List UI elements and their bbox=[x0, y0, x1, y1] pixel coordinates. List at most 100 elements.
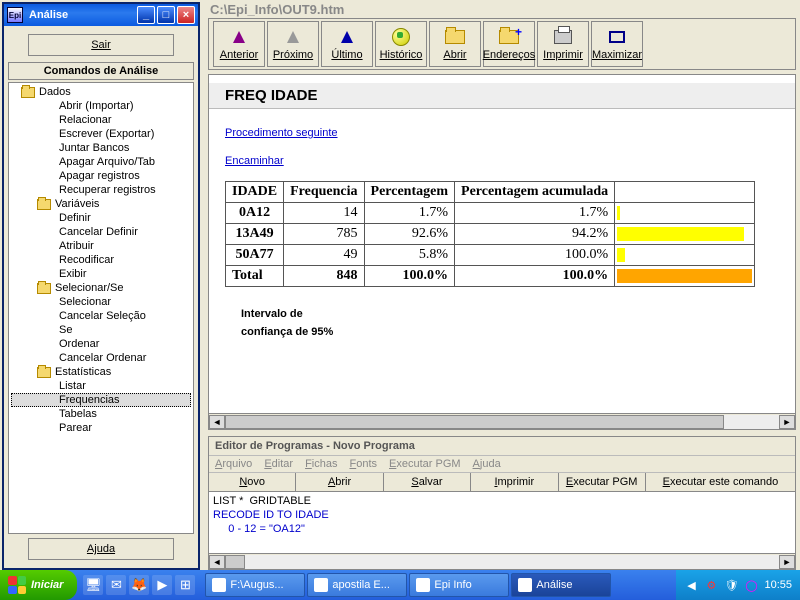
editor-button[interactable]: Salvar bbox=[384, 473, 471, 491]
output-pane[interactable]: FREQ IDADE Procedimento seguinte Encamin… bbox=[208, 74, 796, 430]
toolbar-endereços-button[interactable]: + Endereços bbox=[483, 21, 535, 67]
toolbar-label: Próximo bbox=[273, 49, 313, 61]
editor-menu-item[interactable]: Arquivo bbox=[215, 458, 252, 470]
maximize-button[interactable]: □ bbox=[157, 6, 175, 24]
quick-launch-item[interactable]: 🖥 bbox=[83, 575, 103, 595]
taskbar: Iniciar 🖥 ✉ 🦊 ▶ ⊞ F:\Augus...apostila E.… bbox=[0, 570, 800, 600]
editor-menu-item[interactable]: Executar PGM bbox=[389, 458, 461, 470]
tree-leaf[interactable]: Juntar Bancos bbox=[11, 141, 191, 155]
tree-leaf[interactable]: Selecionar bbox=[11, 295, 191, 309]
start-button[interactable]: Iniciar bbox=[0, 570, 77, 600]
folder-icon bbox=[37, 199, 51, 210]
help-button[interactable]: Ajuda bbox=[28, 538, 174, 560]
scroll-right-button[interactable]: ► bbox=[779, 555, 795, 569]
tree-folder[interactable]: Variáveis bbox=[11, 197, 191, 211]
fldr-icon bbox=[444, 27, 466, 47]
fldr-icon: + bbox=[498, 27, 520, 47]
system-tray[interactable]: ◀ ⚙ 🛡 ◯ 10:55 bbox=[676, 570, 800, 600]
quick-launch-item[interactable]: ⊞ bbox=[175, 575, 195, 595]
toolbar-label: Último bbox=[331, 49, 362, 61]
toolbar-anterior-button[interactable]: Anterior bbox=[213, 21, 265, 67]
tree-folder-label: Estatísticas bbox=[55, 366, 111, 378]
output-scrollbar[interactable]: ◄ ► bbox=[209, 413, 795, 429]
tree-leaf[interactable]: Ordenar bbox=[11, 337, 191, 351]
tree-folder[interactable]: Dados bbox=[11, 85, 191, 99]
toolbar-próximo-button[interactable]: Próximo bbox=[267, 21, 319, 67]
scroll-left-button[interactable]: ◄ bbox=[209, 555, 225, 569]
tree-leaf[interactable]: Relacionar bbox=[11, 113, 191, 127]
arrow-up-icon bbox=[282, 27, 304, 47]
editor-button[interactable]: Novo bbox=[209, 473, 296, 491]
tree-folder-label: Variáveis bbox=[55, 198, 99, 210]
tree-leaf[interactable]: Listar bbox=[11, 379, 191, 393]
toolbar-label: Imprimir bbox=[543, 49, 583, 61]
analysis-title: Análise bbox=[26, 9, 137, 21]
editor-menu-item[interactable]: Fonts bbox=[349, 458, 377, 470]
taskbar-task[interactable]: F:\Augus... bbox=[205, 573, 305, 597]
tree-leaf[interactable]: Abrir (Importar) bbox=[11, 99, 191, 113]
tree-leaf[interactable]: Atribuir bbox=[11, 239, 191, 253]
tree-leaf[interactable]: Cancelar Seleção bbox=[11, 309, 191, 323]
taskbar-task[interactable]: apostila E... bbox=[307, 573, 407, 597]
tray-icon[interactable]: ◀ bbox=[684, 578, 698, 592]
tray-icon[interactable]: ⚙ bbox=[704, 578, 718, 592]
tree-folder[interactable]: Estatísticas bbox=[11, 365, 191, 379]
tree-leaf[interactable]: Frequencias bbox=[11, 393, 191, 407]
folder-icon bbox=[37, 367, 51, 378]
link-next-procedure[interactable]: Procedimento seguinte bbox=[225, 127, 338, 139]
tray-icon[interactable]: 🛡 bbox=[724, 578, 738, 592]
folder-icon bbox=[21, 87, 35, 98]
scroll-left-button[interactable]: ◄ bbox=[209, 415, 225, 429]
taskbar-task[interactable]: Análise bbox=[511, 573, 611, 597]
editor-menu-item[interactable]: Fichas bbox=[305, 458, 337, 470]
bar-indicator bbox=[617, 227, 744, 241]
tree-leaf[interactable]: Exibir bbox=[11, 267, 191, 281]
table-header: Frequencia bbox=[284, 182, 364, 203]
tree-leaf[interactable]: Tabelas bbox=[11, 407, 191, 421]
bar-indicator bbox=[617, 206, 620, 220]
exit-button[interactable]: Sair bbox=[28, 34, 174, 56]
tree-leaf[interactable]: Recuperar registros bbox=[11, 183, 191, 197]
tree-leaf[interactable]: Apagar Arquivo/Tab bbox=[11, 155, 191, 169]
editor-button[interactable]: Executar este comando bbox=[646, 473, 795, 491]
toolbar-maximizar-button[interactable]: Maximizar bbox=[591, 21, 643, 67]
link-forward[interactable]: Encaminhar bbox=[225, 155, 284, 167]
editor-button-bar: NovoAbrirSalvarImprimirExecutar PGMExecu… bbox=[209, 472, 795, 492]
quick-launch-item[interactable]: ▶ bbox=[152, 575, 172, 595]
minimize-button[interactable]: _ bbox=[137, 6, 155, 24]
toolbar-histórico-button[interactable]: Histórico bbox=[375, 21, 427, 67]
editor-menu-item[interactable]: Editar bbox=[264, 458, 293, 470]
toolbar-label: Histórico bbox=[380, 49, 423, 61]
scroll-right-button[interactable]: ► bbox=[779, 415, 795, 429]
tray-icon[interactable]: ◯ bbox=[744, 578, 758, 592]
editor-menu[interactable]: Arquivo Editar Fichas Fonts Executar PGM Ajud… bbox=[209, 456, 795, 472]
tree-leaf[interactable]: Cancelar Definir bbox=[11, 225, 191, 239]
tree-leaf[interactable]: Recodificar bbox=[11, 253, 191, 267]
tree-leaf[interactable]: Cancelar Ordenar bbox=[11, 351, 191, 365]
editor-textarea[interactable]: LIST * GRIDTABLE RECODE ID TO IDADE 0 - … bbox=[209, 492, 795, 553]
close-button[interactable]: × bbox=[177, 6, 195, 24]
quick-launch-item[interactable]: ✉ bbox=[106, 575, 126, 595]
clock[interactable]: 10:55 bbox=[764, 579, 792, 591]
folder-icon bbox=[37, 283, 51, 294]
tree-leaf[interactable]: Escrever (Exportar) bbox=[11, 127, 191, 141]
tree-folder[interactable]: Selecionar/Se bbox=[11, 281, 191, 295]
toolbar-label: Endereços bbox=[483, 49, 536, 61]
task-icon bbox=[212, 578, 226, 592]
editor-scrollbar[interactable]: ◄ ► bbox=[209, 553, 795, 569]
command-tree[interactable]: DadosAbrir (Importar)RelacionarEscrever … bbox=[8, 82, 194, 534]
tree-leaf[interactable]: Parear bbox=[11, 421, 191, 435]
editor-button[interactable]: Imprimir bbox=[471, 473, 558, 491]
tree-leaf[interactable]: Se bbox=[11, 323, 191, 337]
toolbar-imprimir-button[interactable]: Imprimir bbox=[537, 21, 589, 67]
editor-menu-item[interactable]: Ajuda bbox=[473, 458, 501, 470]
tree-leaf[interactable]: Apagar registros bbox=[11, 169, 191, 183]
taskbar-task[interactable]: Epi Info bbox=[409, 573, 509, 597]
tree-leaf[interactable]: Definir bbox=[11, 211, 191, 225]
toolbar-abrir-button[interactable]: Abrir bbox=[429, 21, 481, 67]
editor-button[interactable]: Abrir bbox=[296, 473, 383, 491]
analysis-titlebar: Epi Análise _ □ × bbox=[4, 4, 198, 26]
editor-button[interactable]: Executar PGM bbox=[559, 473, 646, 491]
quick-launch-item[interactable]: 🦊 bbox=[129, 575, 149, 595]
toolbar-último-button[interactable]: Último bbox=[321, 21, 373, 67]
